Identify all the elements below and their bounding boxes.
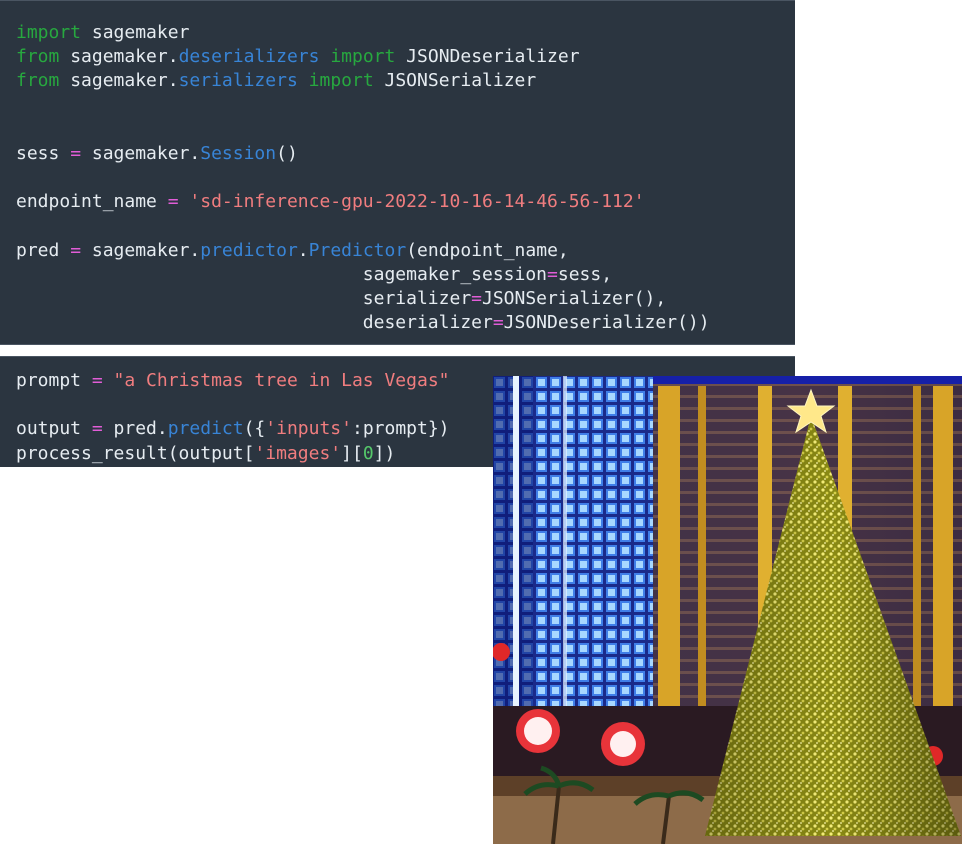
code-block[interactable]: prompt = "a Christmas tree in Las Vegas"… (16, 369, 450, 466)
code-token: 'inputs' (265, 418, 352, 440)
code-token: import (330, 46, 396, 68)
code-line: prompt = "a Christmas tree in Las Vegas" (16, 370, 450, 391)
code-token: . (297, 239, 309, 261)
code-token: predictor (200, 239, 298, 261)
code-token: sess, (557, 264, 613, 286)
code-token: JSONDeserializer()) (503, 312, 710, 334)
code-line: import sagemaker (16, 22, 189, 43)
code-token: pred. (102, 418, 168, 440)
code-token: Session (200, 143, 277, 165)
code-token: = (547, 264, 558, 286)
code-line: sagemaker_session=sess, (16, 264, 612, 285)
code-token: sagemaker. (81, 143, 201, 165)
code-block[interactable]: import sagemaker from sagemaker.deserial… (16, 21, 710, 336)
code-token: = (471, 288, 482, 310)
code-token: Predictor (308, 239, 407, 261)
code-token: output (16, 418, 92, 440)
code-token: JSONDeserializer (395, 46, 580, 68)
code-token: predict (167, 418, 244, 440)
code-token: 0 (362, 442, 374, 464)
code-token: import (308, 70, 374, 92)
code-token: serializers (178, 70, 298, 92)
code-token: sess (16, 143, 71, 165)
code-token: from (16, 46, 60, 68)
code-token: :prompt}) (351, 418, 450, 440)
code-token: sagemaker. (59, 46, 179, 68)
code-line: pred = sagemaker.predictor.Predictor(end… (16, 240, 569, 261)
code-token: ({ (243, 418, 266, 440)
code-line: endpoint_name = 'sd-inference-gpu-2022-1… (16, 191, 645, 212)
code-token: (endpoint_name, (406, 239, 569, 261)
code-line: from sagemaker.serializers import JSONSe… (16, 70, 536, 91)
code-token: serializer (16, 288, 472, 310)
code-token: import (16, 22, 82, 43)
code-token: sagemaker. (81, 239, 201, 261)
code-token: = (167, 191, 179, 213)
code-token: endpoint_name (16, 191, 168, 213)
code-token: ][ (341, 442, 363, 464)
code-token: "a Christmas tree in Las Vegas" (113, 370, 450, 391)
code-token: sagemaker. (59, 70, 179, 92)
code-token: = (70, 143, 82, 165)
generated-christmas-tree-image (493, 376, 962, 844)
code-token: JSONSerializer(), (482, 288, 667, 310)
code-line: process_result(output['images'][0]) (16, 443, 395, 464)
code-line: serializer=JSONSerializer(), (16, 288, 666, 309)
code-line: sess = sagemaker.Session() (16, 143, 298, 164)
code-token: = (492, 312, 504, 334)
code-token: () (276, 143, 298, 165)
code-token: prompt (16, 370, 92, 391)
code-cell-imports-and-predictor[interactable]: import sagemaker from sagemaker.deserial… (0, 0, 795, 345)
code-token: ]) (373, 442, 396, 464)
code-token: pred (16, 239, 71, 261)
code-token: process_result(output[ (16, 442, 255, 464)
code-token: sagemaker (81, 22, 190, 43)
code-token: from (16, 70, 60, 92)
code-token: = (91, 418, 103, 440)
code-token: 'sd-inference-gpu-2022-10-16-14-46-56-11… (189, 191, 645, 213)
code-token: deserializer (16, 312, 493, 334)
code-token: deserializers (178, 46, 320, 68)
code-line: output = pred.predict({'inputs':prompt}) (16, 418, 450, 439)
code-token: JSONSerializer (373, 70, 537, 92)
code-token: sagemaker_session (16, 264, 548, 286)
code-token: = (91, 370, 103, 391)
code-token: 'images' (254, 442, 342, 464)
code-line: deserializer=JSONDeserializer()) (16, 312, 710, 333)
code-token: = (70, 239, 82, 261)
code-line: from sagemaker.deserializers import JSON… (16, 46, 580, 67)
